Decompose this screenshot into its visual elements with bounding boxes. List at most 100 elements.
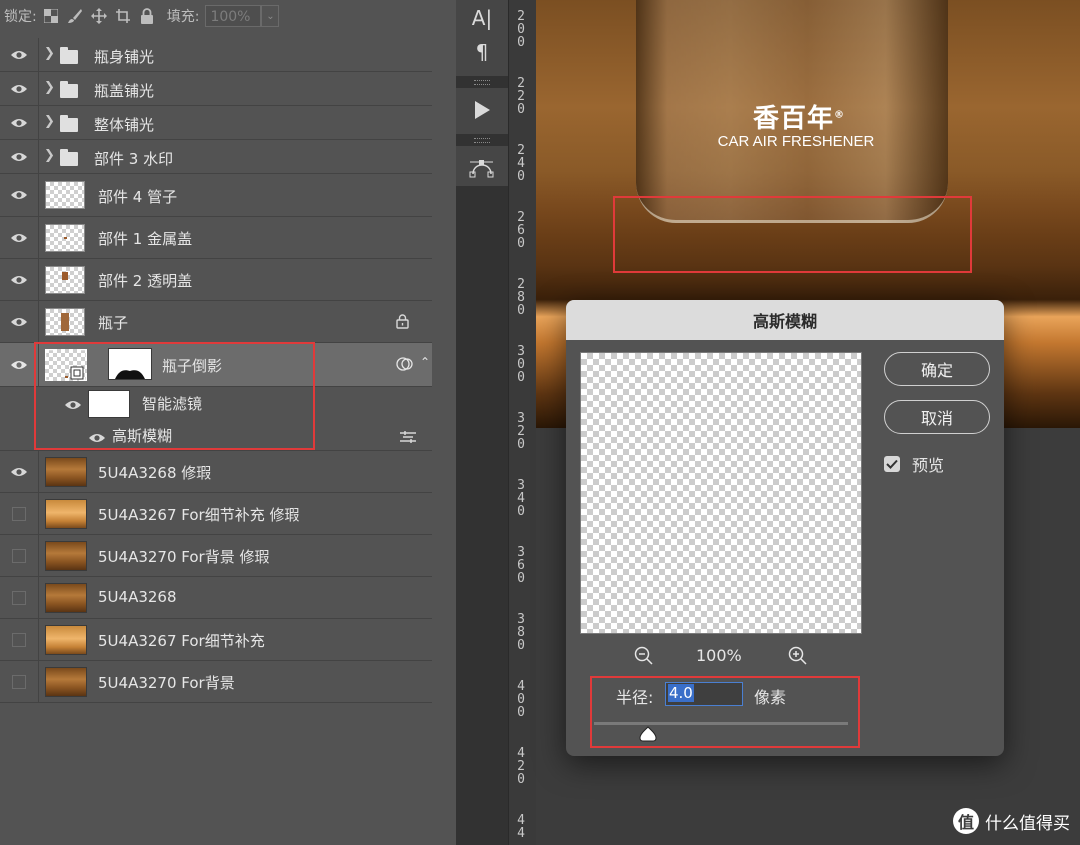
layer-row-part-1[interactable]: 部件 1 金属盖 (0, 217, 432, 259)
layer-thumbnail (45, 625, 87, 655)
fill-label: 填充: (166, 9, 200, 25)
layer-name: 5U4A3270 For背景 (98, 674, 235, 692)
vertical-ruler: 2 0 0 2 2 0 2 4 0 2 6 0 2 8 0 3 0 0 3 2 … (508, 0, 537, 845)
visibility-toggle[interactable] (0, 493, 39, 534)
layer-row-photo-5[interactable]: 5U4A3267 For细节补充 (0, 619, 432, 661)
visibility-toggle[interactable] (0, 577, 39, 618)
layer-row-photo-4[interactable]: 5U4A3268 (0, 577, 432, 619)
collapse-chevron-up-icon[interactable]: ⌃ (420, 355, 430, 369)
layer-row-photo-1[interactable]: 5U4A3268 修瑕 (0, 451, 432, 493)
preview-checkbox[interactable] (884, 456, 900, 472)
zoom-level: 100% (696, 646, 742, 665)
layer-row-photo-3[interactable]: 5U4A3270 For背景 修瑕 (0, 535, 432, 577)
brand-name-cn: 香百年® (752, 104, 845, 134)
layer-name: 5U4A3267 For细节补充 (98, 632, 265, 650)
ok-button[interactable]: 确定 (884, 352, 990, 386)
layer-row-group-1[interactable]: ❯ 瓶身铺光 (0, 38, 432, 72)
watermark-text: 什么值得买 (985, 813, 1070, 834)
layers-panel: 锁定: 填充: 100% ⌄ ❯ 瓶身铺光 ❯ 瓶盖铺光 ❯ 整体铺光 ❯ 部件… (0, 0, 456, 845)
layer-row-photo-2[interactable]: 5U4A3267 For细节补充 修瑕 (0, 493, 432, 535)
visibility-toggle[interactable] (0, 535, 39, 576)
fill-input[interactable]: 100% (205, 5, 262, 27)
visibility-eye-icon[interactable] (0, 451, 39, 492)
layer-row-part-4[interactable]: 部件 4 管子 (0, 174, 432, 217)
layer-thumbnail (45, 181, 85, 209)
filter-blending-options-icon[interactable] (400, 429, 416, 448)
character-panel-icon[interactable]: A| (464, 0, 500, 36)
tool-group-text: A| ¶ (456, 0, 508, 76)
preview-checkbox-row[interactable]: 预览 (884, 452, 944, 476)
layer-name: 瓶身铺光 (94, 48, 155, 66)
visibility-eye-icon[interactable] (0, 301, 39, 342)
layer-name: 部件 1 金属盖 (98, 230, 193, 248)
layer-name: 5U4A3270 For背景 修瑕 (98, 548, 270, 566)
preview-label: 预览 (912, 456, 945, 475)
layer-thumbnail (45, 667, 87, 697)
expand-chevron-icon[interactable]: ❯ (44, 46, 55, 61)
cancel-button[interactable]: 取消 (884, 400, 990, 434)
panel-tool-strip: A| ¶ (456, 0, 508, 845)
dialog-title: 高斯模糊 (566, 300, 1004, 340)
watermark-logo: 值 (953, 808, 979, 834)
layer-thumbnail (45, 583, 87, 613)
visibility-eye-icon[interactable] (0, 72, 39, 105)
smart-filter-mask-icon (396, 356, 414, 376)
lock-all-padlock-icon[interactable] (139, 8, 155, 24)
ruler-label: 2 8 0 (517, 277, 525, 318)
layers-scrollbar[interactable] (432, 32, 456, 845)
layer-thumbnail (45, 499, 87, 529)
expand-chevron-icon[interactable]: ❯ (44, 148, 55, 163)
folder-icon (60, 81, 78, 98)
ruler-label: 2 2 0 (517, 76, 525, 117)
zoom-out-icon[interactable] (634, 646, 654, 666)
visibility-eye-icon[interactable] (0, 259, 39, 300)
zoom-in-icon[interactable] (788, 646, 808, 666)
layer-name: 部件 3 水印 (94, 150, 174, 168)
actions-play-icon[interactable] (464, 92, 500, 128)
expand-chevron-icon[interactable]: ❯ (44, 114, 55, 129)
layer-row-group-4[interactable]: ❯ 部件 3 水印 (0, 140, 432, 174)
layer-row-bottle[interactable]: 瓶子 (0, 301, 432, 343)
filter-preview-pane[interactable] (580, 352, 862, 634)
lock-label: 锁定: (4, 9, 37, 25)
layer-name: 瓶子 (98, 314, 129, 332)
layer-row-group-2[interactable]: ❯ 瓶盖铺光 (0, 72, 432, 106)
lock-position-move-icon[interactable] (90, 8, 107, 24)
layer-thumbnail (45, 308, 85, 336)
ruler-label: 3 4 0 (517, 478, 525, 519)
layer-row-photo-6[interactable]: 5U4A3270 For背景 (0, 661, 432, 703)
ruler-label: 3 8 0 (517, 612, 525, 653)
folder-icon (60, 149, 78, 166)
highlight-box-reflection (613, 196, 972, 273)
ruler-label: 2 0 0 (517, 9, 525, 50)
folder-icon (60, 47, 78, 64)
paragraph-panel-icon[interactable]: ¶ (464, 34, 500, 70)
grip-handle[interactable] (474, 138, 490, 143)
folder-icon (60, 115, 78, 132)
visibility-eye-icon[interactable] (0, 174, 39, 216)
visibility-toggle[interactable] (0, 661, 39, 702)
gaussian-blur-dialog: 高斯模糊 确定 取消 预览 100% 半径: 4.0 像素 (566, 300, 1004, 756)
lock-transparent-pixels-icon[interactable] (43, 8, 59, 24)
visibility-eye-icon[interactable] (0, 140, 39, 173)
paths-pen-icon[interactable] (464, 148, 500, 184)
expand-chevron-icon[interactable]: ❯ (44, 80, 55, 95)
visibility-eye-icon[interactable] (0, 106, 39, 139)
layer-row-group-3[interactable]: ❯ 整体铺光 (0, 106, 432, 140)
lock-artboard-crop-icon[interactable] (115, 8, 131, 24)
ruler-label: 4 0 0 (517, 679, 525, 720)
lock-image-pixels-brush-icon[interactable] (67, 8, 83, 24)
brand-name-en: CAR AIR FRESHENER (717, 133, 875, 150)
layer-thumbnail (45, 457, 87, 487)
visibility-toggle[interactable] (0, 619, 39, 660)
ruler-label: 3 0 0 (517, 344, 525, 385)
visibility-eye-icon[interactable] (0, 217, 39, 258)
layer-row-part-2[interactable]: 部件 2 透明盖 (0, 259, 432, 301)
layer-name: 瓶盖铺光 (94, 82, 155, 100)
layer-name: 部件 2 透明盖 (98, 272, 193, 290)
visibility-eye-icon[interactable] (0, 38, 39, 71)
lock-bar: 锁定: 填充: 100% ⌄ (0, 0, 456, 32)
grip-handle[interactable] (474, 80, 490, 85)
fill-dropdown-chevron-icon[interactable]: ⌄ (261, 5, 280, 27)
